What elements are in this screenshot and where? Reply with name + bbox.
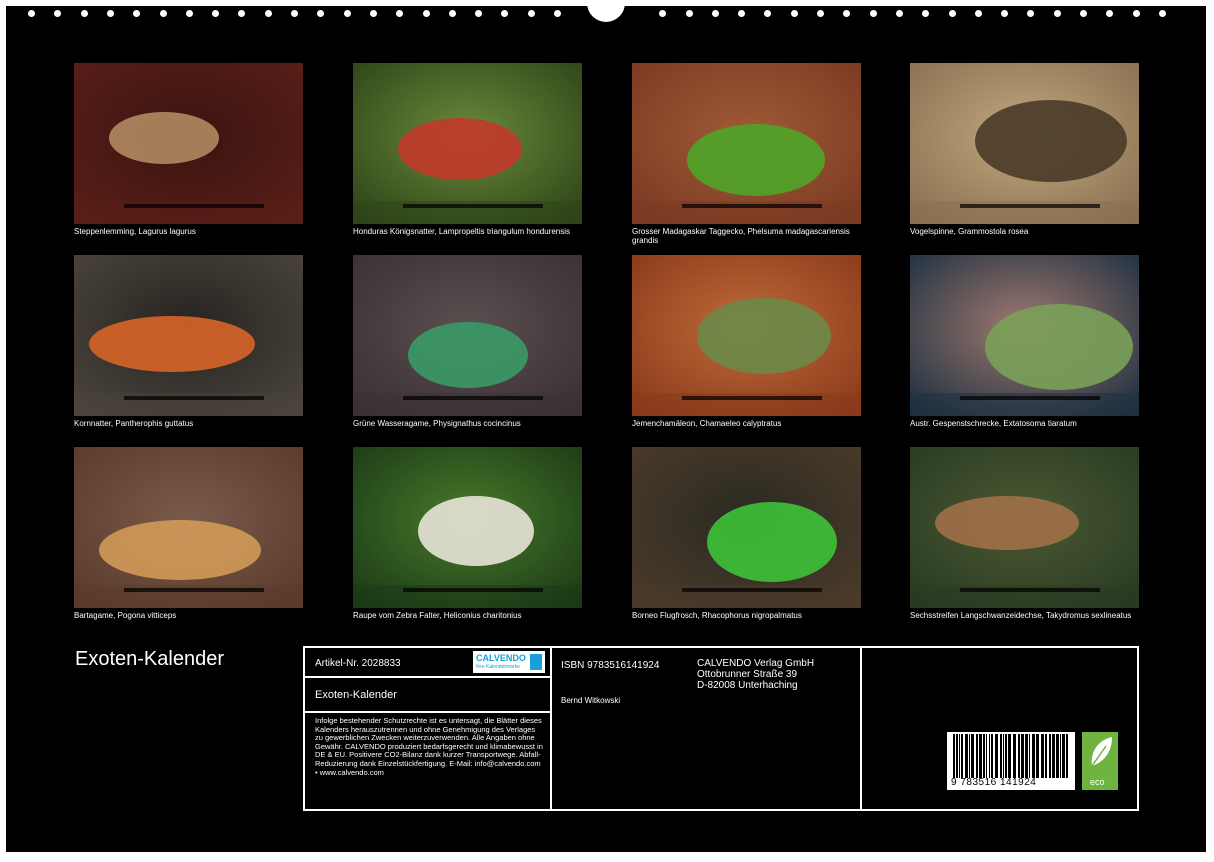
animal-photo-icon — [632, 255, 861, 416]
binding-hole — [133, 10, 141, 17]
animal-photo-icon — [632, 447, 861, 608]
binding-hole — [974, 10, 982, 17]
binding-hole — [1053, 10, 1061, 17]
photo-tile — [74, 63, 303, 224]
binding-hole — [501, 10, 509, 17]
animal-photo-icon — [74, 255, 303, 416]
photo-caption: Austr. Gespenstschrecke, Extatosoma tiar… — [910, 419, 1077, 428]
article-number: Artikel-Nr. 2028833 — [315, 658, 401, 669]
binding-hole — [159, 10, 167, 17]
binding-hole — [1132, 10, 1140, 17]
isbn: ISBN 9783516141924 — [561, 660, 660, 671]
binding-hole — [106, 10, 114, 17]
photo-caption: Honduras Königsnatter, Lampropeltis tria… — [353, 227, 571, 236]
binding-hole — [317, 10, 325, 17]
photo-caption: Raupe vom Zebra Falter, Heliconius chari… — [353, 611, 522, 620]
binding-hole — [554, 10, 561, 17]
binding-hole — [869, 10, 877, 17]
binding-hole — [843, 10, 851, 17]
photo-caption: Jemenchamäleon, Chamaeleo calyptratus — [632, 419, 782, 428]
photo-tile — [910, 255, 1139, 416]
binding-hole — [185, 10, 193, 17]
animal-photo-icon — [632, 63, 861, 224]
binding-hole — [685, 10, 693, 17]
photo-caption: Grüne Wasseragame, Physignathus cocincin… — [353, 419, 521, 428]
animal-photo-icon — [353, 63, 582, 224]
binding-hole — [343, 10, 351, 17]
binding-hole — [422, 10, 430, 17]
binding-hole — [448, 10, 456, 17]
logo-mark-icon — [530, 654, 542, 670]
photo-caption: Sechsstreifen Langschwanzeidechse, Takyd… — [910, 611, 1132, 620]
binding-hole — [54, 10, 62, 17]
photo-caption: Bartagame, Pogona vitticeps — [74, 611, 177, 620]
divider — [550, 648, 552, 809]
binding-hole — [738, 10, 746, 17]
binding-hole — [369, 10, 377, 17]
binding-hole — [527, 10, 535, 17]
binding-hole — [212, 10, 220, 17]
animal-photo-icon — [353, 255, 582, 416]
leaf-icon — [1091, 737, 1112, 767]
photo-tile — [74, 447, 303, 608]
photo-caption: Steppenlemming, Lagurus lagurus — [74, 227, 196, 236]
photo-caption: Vogelspinne, Grammostola rosea — [910, 227, 1029, 236]
photo-caption: Borneo Flugfrosch, Rhacophorus nigropalm… — [632, 611, 802, 620]
photo-tile — [910, 63, 1139, 224]
legal-notice: Infolge bestehender Schutzrechte ist es … — [315, 716, 543, 777]
binding-hole — [396, 10, 404, 17]
barcode: 9 783516 141924 — [947, 732, 1075, 790]
barcode-bars-icon — [953, 734, 1068, 778]
photo-tile — [353, 255, 582, 416]
animal-photo-icon — [910, 447, 1139, 608]
binding-hole — [1106, 10, 1114, 17]
eco-badge: eco — [1082, 732, 1118, 790]
info-box: Artikel-Nr. 2028833 CALVENDO Ihre Kalend… — [303, 646, 1139, 811]
info-title: Exoten-Kalender — [315, 689, 397, 701]
divider — [305, 711, 550, 713]
animal-photo-icon — [353, 447, 582, 608]
binding-hole — [1027, 10, 1035, 17]
binding-hole — [948, 10, 956, 17]
photo-caption: Kornnatter, Pantherophis guttatus — [74, 419, 194, 428]
binding-hole — [475, 10, 483, 17]
author: Bernd Witkowski — [561, 696, 621, 705]
photo-tile — [632, 255, 861, 416]
calendar-title: Exoten-Kalender — [75, 648, 224, 670]
divider — [860, 648, 862, 809]
animal-photo-icon — [910, 255, 1139, 416]
binding-hole — [790, 10, 798, 17]
binding-hole — [238, 10, 246, 17]
photo-tile — [910, 447, 1139, 608]
photo-tile — [632, 447, 861, 608]
publisher-address: CALVENDO Verlag GmbH Ottobrunner Straße … — [697, 658, 815, 691]
binding-hole — [817, 10, 824, 17]
binding-hole — [895, 10, 903, 17]
photo-tile — [632, 63, 861, 224]
binding-hole — [711, 10, 719, 17]
binding-hole — [764, 10, 772, 17]
binding-hole — [291, 10, 298, 17]
binding-hole — [28, 10, 35, 17]
photo-tile — [353, 447, 582, 608]
binding-hole — [264, 10, 272, 17]
animal-photo-icon — [910, 63, 1139, 224]
calendar-back-sheet: Steppenlemming, Lagurus lagurus Honduras … — [6, 0, 1206, 852]
binding-hole — [1158, 10, 1166, 17]
binding-hole — [1001, 10, 1009, 17]
photo-tile — [74, 255, 303, 416]
calvendo-logo: CALVENDO Ihre Kalendermarke — [473, 651, 545, 673]
animal-photo-icon — [74, 63, 303, 224]
binding-hole — [1080, 10, 1087, 17]
photo-caption: Grosser Madagaskar Taggecko, Phelsuma ma… — [632, 227, 850, 245]
binding-hole — [922, 10, 930, 17]
photo-tile — [353, 63, 582, 224]
animal-photo-icon — [74, 447, 303, 608]
binding-hole — [659, 10, 667, 17]
binding-hole — [80, 10, 88, 17]
divider — [305, 676, 550, 678]
